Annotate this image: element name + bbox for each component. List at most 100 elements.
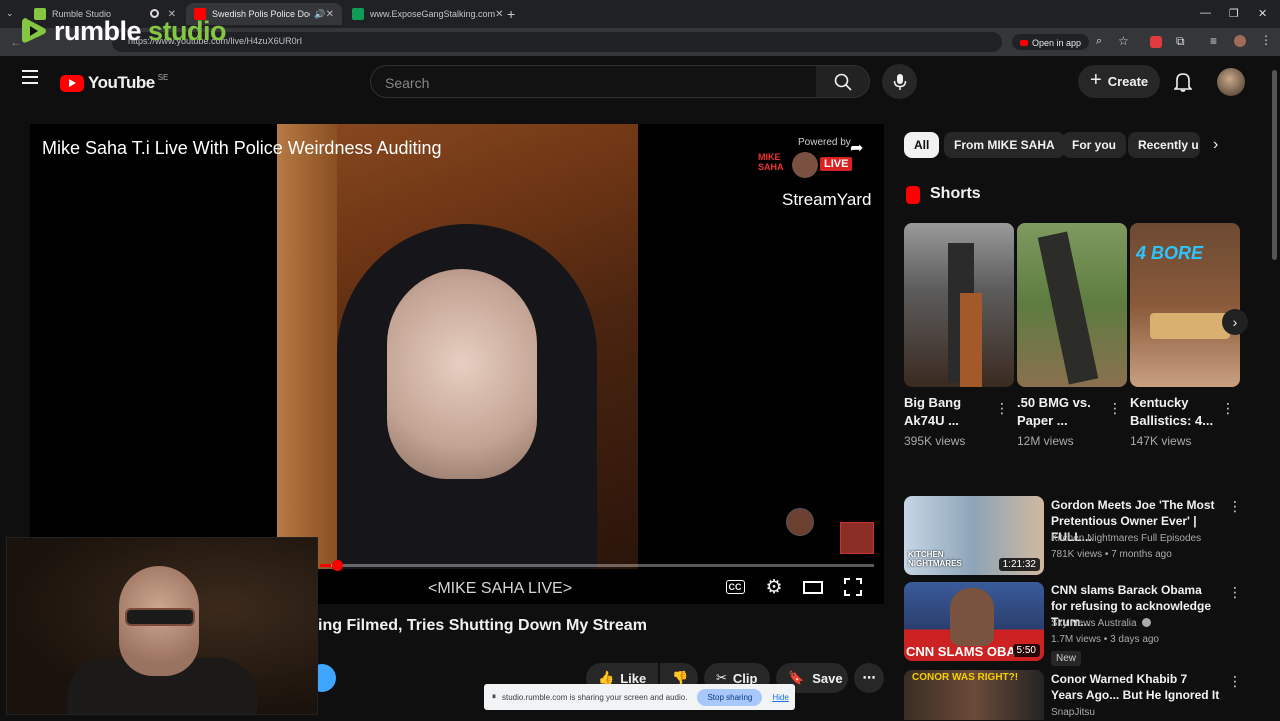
live-badge: LIVE bbox=[820, 157, 853, 171]
video-thumbnail[interactable]: KITCHEN NIGHTMARES 1:21:32 bbox=[904, 496, 1044, 575]
tab-expose-gang-stalking[interactable]: www.ExposeGangStalking.com ✕ bbox=[344, 3, 503, 25]
search-button[interactable] bbox=[816, 65, 870, 98]
short-views: 12M views bbox=[1017, 434, 1074, 448]
chip-all[interactable]: All bbox=[904, 132, 940, 158]
youtube-header: YouTube SE Search + Create bbox=[0, 56, 1280, 108]
settings-gear-icon[interactable]: ⚙ bbox=[763, 576, 785, 598]
shorts-next-button[interactable]: › bbox=[1222, 309, 1248, 335]
door-frame bbox=[277, 124, 337, 569]
progress-fill bbox=[320, 564, 332, 567]
fullscreen-icon[interactable] bbox=[842, 576, 864, 598]
video-title: ing Filmed, Tries Shutting Down My Strea… bbox=[318, 617, 647, 634]
zoom-icon[interactable]: ⌕ bbox=[1096, 35, 1102, 48]
guest-thumbnail bbox=[840, 522, 874, 554]
chevron-right-icon[interactable]: › bbox=[1213, 136, 1218, 154]
video-meta: 1.7M views • 3 days ago bbox=[1051, 634, 1159, 645]
share-arrow-icon[interactable]: ➦ bbox=[850, 138, 863, 158]
restore-icon[interactable]: ❐ bbox=[1229, 7, 1239, 20]
chip-recently-uploaded[interactable]: Recently u bbox=[1128, 132, 1200, 158]
short-views: 395K views bbox=[904, 434, 966, 448]
progress-bar[interactable] bbox=[320, 564, 874, 567]
bookmark-star-icon[interactable]: ☆ bbox=[1118, 34, 1129, 48]
more-options-icon[interactable]: ⋮ bbox=[1228, 498, 1242, 515]
window-close-icon[interactable]: ✕ bbox=[1258, 7, 1267, 20]
scrollbar-thumb[interactable] bbox=[1272, 70, 1277, 260]
shorts-heading: Shorts bbox=[930, 185, 981, 202]
player-title: Mike Saha T.i Live With Police Weirdness… bbox=[42, 138, 442, 158]
short-thumbnail[interactable] bbox=[1017, 223, 1127, 387]
browser-menu-icon[interactable]: ⋮ bbox=[1260, 33, 1272, 47]
url-input[interactable]: https://www.youtube.com/live/H4zuX6UR0rI bbox=[112, 32, 1002, 52]
more-options-icon[interactable]: ⋮ bbox=[995, 400, 1009, 417]
voice-search-button[interactable] bbox=[882, 64, 917, 99]
more-options-icon[interactable]: ⋮ bbox=[1108, 400, 1122, 417]
extensions-puzzle-icon[interactable]: ⧉ bbox=[1176, 34, 1185, 49]
stop-sharing-button[interactable]: Stop sharing bbox=[697, 688, 763, 706]
pause-icon: ⏸ bbox=[492, 692, 496, 701]
search-placeholder: Search bbox=[385, 75, 430, 91]
tab-search-chevron-icon[interactable]: ⌄ bbox=[6, 8, 14, 19]
channel-name[interactable]: Sky News Australia bbox=[1051, 616, 1152, 632]
video-player[interactable]: Mike Saha T.i Live With Police Weirdness… bbox=[30, 124, 884, 604]
progress-scrubber[interactable] bbox=[332, 560, 343, 571]
captions-button[interactable]: CC bbox=[724, 576, 746, 598]
theater-mode-icon[interactable] bbox=[802, 576, 824, 598]
reading-list-icon[interactable]: ≡ bbox=[1210, 34, 1217, 48]
chip-for-you[interactable]: For you bbox=[1062, 132, 1126, 158]
more-options-icon[interactable]: ⋮ bbox=[1228, 584, 1242, 601]
new-badge: New bbox=[1051, 651, 1082, 666]
minimize-icon[interactable]: — bbox=[1200, 7, 1211, 19]
hide-link[interactable]: Hide bbox=[772, 693, 788, 702]
search-input[interactable]: Search bbox=[370, 65, 817, 98]
streamer-face bbox=[387, 269, 537, 479]
short-title[interactable]: .50 BMG vs. Paper ... bbox=[1017, 394, 1107, 430]
account-avatar[interactable] bbox=[1217, 68, 1245, 96]
microphone-icon bbox=[893, 73, 906, 90]
short-title[interactable]: Kentucky Ballistics: 4... bbox=[1130, 394, 1220, 430]
video-thumbnail[interactable]: CNN SLAMS OBA 5:50 bbox=[904, 582, 1044, 661]
channel-name[interactable]: SnapJitsu bbox=[1051, 705, 1095, 721]
adblock-extension-icon[interactable] bbox=[1150, 36, 1162, 48]
create-button[interactable]: + Create bbox=[1078, 65, 1160, 98]
video-thumbnail[interactable]: CONOR WAS RIGHT?! bbox=[904, 670, 1044, 720]
youtube-wordmark: YouTube bbox=[88, 73, 155, 92]
thumbnail-text: CNN SLAMS OBA bbox=[906, 644, 1016, 659]
open-in-app-label: Open in app bbox=[1032, 38, 1082, 48]
notifications-bell-icon[interactable] bbox=[1174, 72, 1192, 92]
channel-name[interactable]: Kitchen Nightmares Full Episodes bbox=[1051, 531, 1201, 547]
video-title-link[interactable]: Conor Warned Khabib 7 Years Ago... But H… bbox=[1051, 671, 1221, 703]
webcam-overlay bbox=[6, 537, 318, 715]
video-frame bbox=[277, 124, 638, 569]
plus-icon: + bbox=[1090, 69, 1102, 91]
sunglasses bbox=[125, 608, 195, 626]
tab-title: Swedish Polis Police Does N bbox=[212, 9, 310, 19]
youtube-small-icon bbox=[1020, 40, 1028, 46]
hamburger-menu-icon[interactable] bbox=[22, 70, 38, 84]
close-icon[interactable]: ✕ bbox=[495, 9, 503, 20]
more-options-icon[interactable]: ⋮ bbox=[1228, 673, 1242, 690]
badge-avatar bbox=[792, 152, 818, 178]
sheets-favicon-icon bbox=[352, 8, 364, 20]
thumbnail-text: KITCHEN NIGHTMARES bbox=[908, 550, 962, 568]
share-banner-text: studio.rumble.com is sharing your screen… bbox=[502, 692, 688, 702]
streamyard-watermark: StreamYard bbox=[782, 190, 872, 209]
short-thumbnail[interactable] bbox=[904, 223, 1014, 387]
open-in-app-button[interactable]: Open in app bbox=[1012, 34, 1090, 50]
tab-title: www.ExposeGangStalking.com bbox=[370, 9, 496, 19]
more-actions-button[interactable]: ⋯ bbox=[854, 663, 884, 693]
close-icon[interactable]: ✕ bbox=[326, 9, 334, 20]
chip-from-mike-saha[interactable]: From MIKE SAHA bbox=[944, 132, 1065, 158]
thumbnail-text: CONOR WAS RIGHT?! bbox=[912, 672, 1019, 683]
speaker-icon[interactable]: 🔊 bbox=[314, 9, 325, 20]
youtube-play-icon bbox=[60, 74, 84, 92]
short-thumbnail[interactable]: 4 BORE bbox=[1130, 223, 1240, 387]
more-options-icon[interactable]: ⋮ bbox=[1221, 400, 1235, 417]
short-overlay-text: 4 BORE bbox=[1136, 243, 1204, 263]
new-tab-button[interactable]: + bbox=[507, 6, 515, 22]
video-meta: 781K views • 7 months ago bbox=[1051, 549, 1172, 560]
youtube-logo[interactable]: YouTube SE bbox=[60, 73, 168, 93]
profile-avatar-icon[interactable] bbox=[1234, 35, 1246, 47]
powered-by-text: Powered by bbox=[798, 137, 851, 148]
short-title[interactable]: Big Bang Ak74U ... bbox=[904, 394, 994, 430]
cc-icon: CC bbox=[725, 580, 745, 594]
